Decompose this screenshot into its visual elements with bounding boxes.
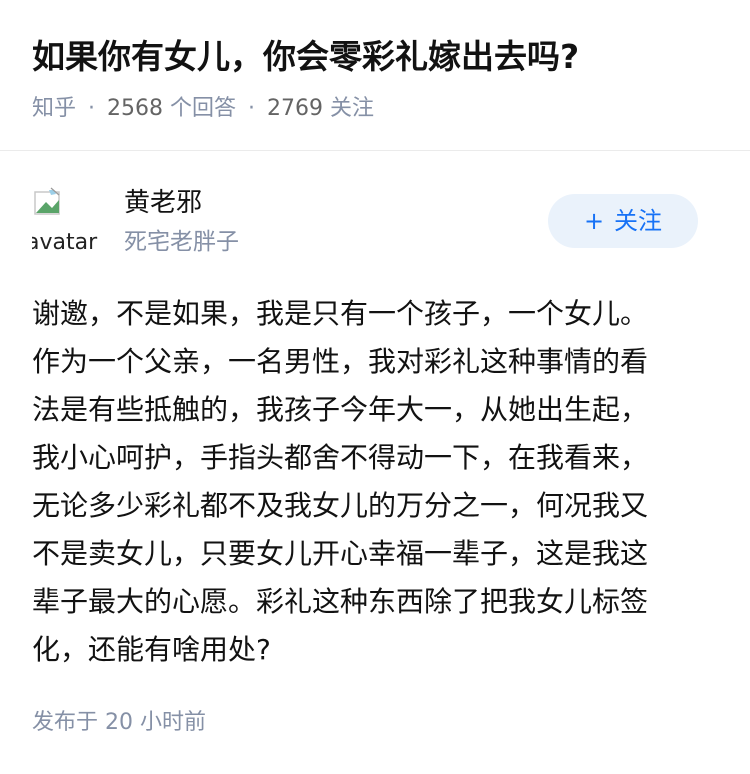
source-label[interactable]: 知乎	[32, 96, 76, 121]
publish-time: 发布于 20 小时前	[32, 710, 206, 735]
divider	[0, 150, 750, 151]
answer-line: 谢邀，不是如果，我是只有一个孩子，一个女儿。	[32, 297, 649, 330]
author-card: avatar 黄老邪 死宅老胖子 + 关注	[32, 186, 718, 260]
separator-dot: ·	[248, 96, 256, 121]
answer-content: 谢邀，不是如果，我是只有一个孩子，一个女儿。 作为一个父亲，一名男性，我对彩礼这…	[32, 290, 722, 674]
author-name[interactable]: 黄老邪	[124, 186, 202, 220]
answer-line: 我小心呵护，手指头都舍不得动一下，在我看来，	[32, 441, 649, 474]
question-title[interactable]: 如果你有女儿，你会零彩礼嫁出去吗?	[32, 34, 722, 80]
broken-image-icon	[34, 187, 60, 215]
answer-line: 无论多少彩礼都不及我女儿的万分之一，何况我又	[32, 489, 649, 522]
follow-button-label: 关注	[614, 207, 663, 235]
follower-count: 2769	[267, 96, 324, 121]
answer-line: 辈子最大的心愿。彩礼这种东西除了把我女儿标签	[32, 585, 649, 618]
question-header: 如果你有女儿，你会零彩礼嫁出去吗? 知乎 · 2568 个回答 · 2769 关注	[32, 34, 722, 124]
follower-count-label: 关注	[330, 96, 375, 121]
follow-button[interactable]: + 关注	[548, 194, 698, 248]
question-meta: 知乎 · 2568 个回答 · 2769 关注	[32, 94, 722, 124]
answer-count-label: 个回答	[170, 96, 237, 121]
avatar[interactable]: avatar	[32, 186, 100, 254]
answer-line: 化，还能有啥用处?	[32, 633, 271, 666]
separator-dot: ·	[88, 96, 96, 121]
plus-icon: +	[583, 207, 605, 235]
author-headline: 死宅老胖子	[124, 229, 239, 255]
answer-line: 不是卖女儿，只要女儿开心幸福一辈子，这是我这	[32, 537, 649, 570]
answer-line: 作为一个父亲，一名男性，我对彩礼这种事情的看	[32, 345, 649, 378]
avatar-alt-text: avatar	[32, 230, 98, 254]
answer-line: 法是有些抵触的，我孩子今年大一，从她出生起，	[32, 393, 649, 426]
answer-count: 2568	[107, 96, 164, 121]
